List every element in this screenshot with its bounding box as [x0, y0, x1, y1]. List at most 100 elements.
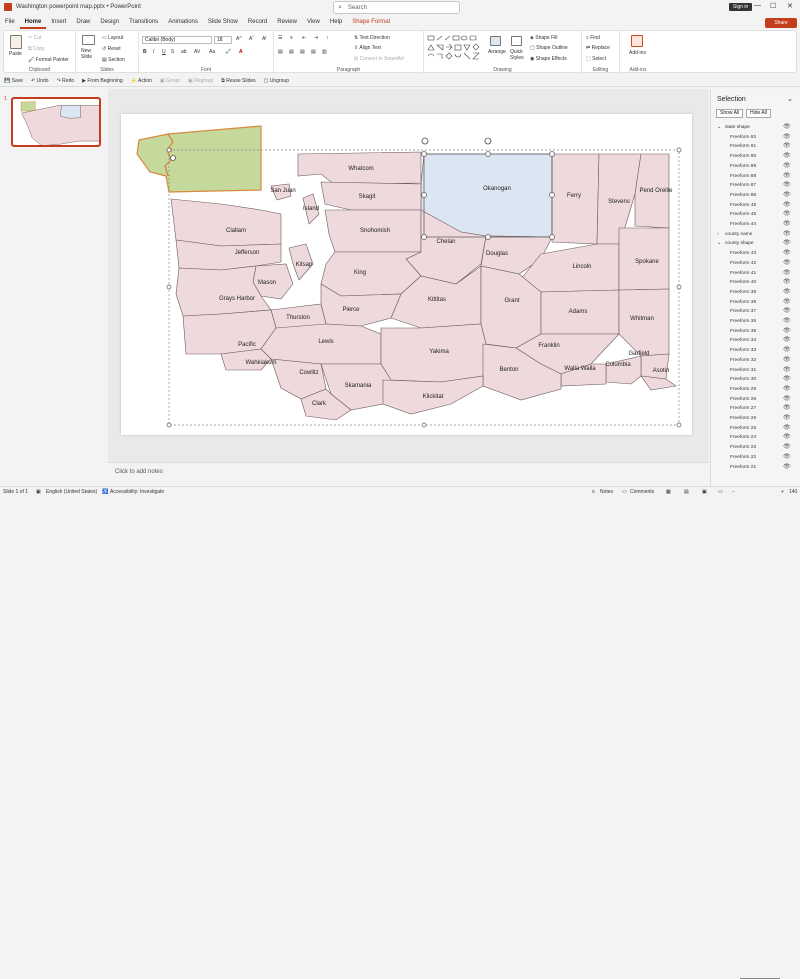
tab-animations[interactable]: Animations [163, 16, 203, 29]
font-color-icon[interactable]: A [239, 49, 243, 55]
cut-button[interactable]: ✂ Cut [28, 35, 41, 41]
eye-icon[interactable]: 👁 [783, 443, 791, 453]
quick-styles-button[interactable]: Quick Styles [510, 49, 526, 61]
notes-pane[interactable]: Click to add notes [108, 462, 709, 485]
eye-icon[interactable]: 👁 [783, 142, 791, 152]
bullets-icon[interactable]: ☰ [278, 35, 282, 41]
eye-icon[interactable]: 👁 [783, 414, 791, 424]
selection-item[interactable]: Freeform 41 👁 [711, 269, 800, 279]
text-direction-button[interactable]: ⇅ Text Direction [354, 35, 390, 41]
county-label-kitsap[interactable]: Kitsap [296, 262, 313, 268]
share-button[interactable]: Share [765, 18, 797, 28]
county-label-lincoln[interactable]: Lincoln [572, 264, 591, 270]
chevron-icon[interactable]: › [717, 230, 719, 240]
eye-icon[interactable]: 👁 [783, 463, 791, 473]
selection-item[interactable]: Freeform 32 👁 [711, 356, 800, 366]
selection-item[interactable]: Freeform 38 👁 [711, 298, 800, 308]
selection-item[interactable]: Freeform 27 👁 [711, 404, 800, 414]
county-label-clallam[interactable]: Clallam [226, 228, 246, 234]
county-label-whitman[interactable]: Whitman [630, 316, 654, 322]
bold-icon[interactable]: B [143, 49, 147, 55]
selection-item[interactable]: Freeform 88 👁 [711, 172, 800, 182]
notes-toggle[interactable]: Notes [600, 489, 613, 495]
county-label-stevens[interactable]: Stevens [608, 199, 630, 205]
select-button[interactable]: ⬚ Select [586, 56, 606, 62]
eye-icon[interactable]: 👁 [783, 162, 791, 172]
align-left-icon[interactable]: ▤ [278, 49, 283, 55]
eye-icon[interactable]: 👁 [783, 123, 791, 133]
selection-item[interactable]: Freeform 25 👁 [711, 424, 800, 434]
normal-view-icon[interactable]: ▦ [666, 489, 671, 495]
new-slide-button[interactable]: New Slide [81, 48, 97, 60]
eye-icon[interactable]: 👁 [783, 230, 791, 240]
minimize-button[interactable]: — [754, 2, 761, 9]
eye-icon[interactable]: 👁 [783, 172, 791, 182]
tab-record[interactable]: Record [243, 16, 272, 29]
washington-map[interactable]: Whatcom San Juan Okanogan Ferry Stevens Pend … [121, 114, 692, 435]
eye-icon[interactable]: 👁 [783, 298, 791, 308]
decrease-indent-icon[interactable]: ⇤ [302, 35, 306, 41]
tab-design[interactable]: Design [95, 16, 124, 29]
from-beginning-button[interactable]: ▶ From Beginning [82, 78, 123, 84]
tab-shape-format[interactable]: Shape Format [347, 16, 395, 29]
selection-item[interactable]: Freeform 21 👁 [711, 463, 800, 473]
group-button[interactable]: ▣ Group [160, 78, 180, 84]
county-label-grays-harbor[interactable]: Grays Harbor [219, 296, 255, 302]
eye-icon[interactable]: 👁 [783, 424, 791, 434]
eye-icon[interactable]: 👁 [783, 366, 791, 376]
underline-icon[interactable]: U [162, 49, 166, 55]
selection-item[interactable]: Freeform 34 👁 [711, 336, 800, 346]
county-label-island[interactable]: Island [303, 206, 319, 212]
tab-draw[interactable]: Draw [71, 16, 95, 29]
zoom-level[interactable]: 140 [789, 489, 797, 495]
chevron-icon[interactable]: ⌄ [717, 123, 721, 133]
selection-item[interactable]: Freeform 39 👁 [711, 288, 800, 298]
county-label-king[interactable]: King [354, 270, 366, 276]
eye-icon[interactable]: 👁 [783, 181, 791, 191]
eye-icon[interactable]: 👁 [783, 133, 791, 143]
decrease-font-icon[interactable]: Aˇ [249, 36, 254, 42]
slide-thumbnail[interactable] [11, 97, 101, 147]
county-label-okanogan[interactable]: Okanogan [483, 186, 511, 192]
county-label-asotin[interactable]: Asotin [653, 368, 670, 374]
line-spacing-icon[interactable]: ↕ [326, 35, 329, 41]
language-status[interactable]: English (United States) [46, 489, 97, 495]
slideshow-view-icon[interactable]: ▭ [718, 489, 723, 495]
selection-item[interactable]: Freeform 45 👁 [711, 210, 800, 220]
county-label-ferry[interactable]: Ferry [567, 193, 581, 199]
selection-item[interactable]: Freeform 35 👁 [711, 327, 800, 337]
shape-effects-button[interactable]: ◉ Shape Effects [530, 56, 567, 62]
county-label-grant[interactable]: Grant [504, 298, 519, 304]
reuse-slides-button[interactable]: ⧉ Reuse Slides [221, 78, 255, 84]
county-label-garfield[interactable]: Garfield [628, 351, 649, 357]
eye-icon[interactable]: 👁 [783, 433, 791, 443]
county-whitman[interactable] [618, 288, 670, 357]
county-label-lewis[interactable]: Lewis [318, 339, 333, 345]
tab-help[interactable]: Help [325, 16, 347, 29]
county-label-thurston[interactable]: Thurston [286, 315, 310, 321]
eye-icon[interactable]: 👁 [783, 249, 791, 259]
eye-icon[interactable]: 👁 [783, 336, 791, 346]
tab-view[interactable]: View [302, 16, 325, 29]
convert-smartart-button[interactable]: ⊞ Convert to SmartArt [354, 56, 404, 62]
selection-item[interactable]: Freeform 90 👁 [711, 152, 800, 162]
county-label-walla-walla[interactable]: Walla Walla [564, 366, 596, 372]
selection-item[interactable]: Freeform 40 👁 [711, 278, 800, 288]
shape-fill-button[interactable]: ◈ Shape Fill [530, 35, 557, 41]
county-label-clark[interactable]: Clark [312, 401, 327, 407]
align-text-button[interactable]: ⇳ Align Text [354, 45, 381, 51]
align-right-icon[interactable]: ▤ [300, 49, 305, 55]
county-label-benton[interactable]: Benton [499, 367, 518, 373]
strikethrough-icon[interactable]: S [171, 49, 174, 55]
selection-item[interactable]: Freeform 22 👁 [711, 453, 800, 463]
county-label-douglas[interactable]: Douglas [486, 251, 508, 257]
action-button[interactable]: ⚡ Action [131, 78, 152, 84]
selection-item[interactable]: Freeform 28 👁 [711, 395, 800, 405]
eye-icon[interactable]: 👁 [783, 278, 791, 288]
columns-icon[interactable]: ▥ [322, 49, 327, 55]
selection-item[interactable]: Freeform 46 👁 [711, 201, 800, 211]
eye-icon[interactable]: 👁 [783, 317, 791, 327]
character-spacing-icon[interactable]: ab [181, 49, 187, 55]
eye-icon[interactable]: 👁 [783, 288, 791, 298]
selection-item[interactable]: Freeform 44 👁 [711, 220, 800, 230]
